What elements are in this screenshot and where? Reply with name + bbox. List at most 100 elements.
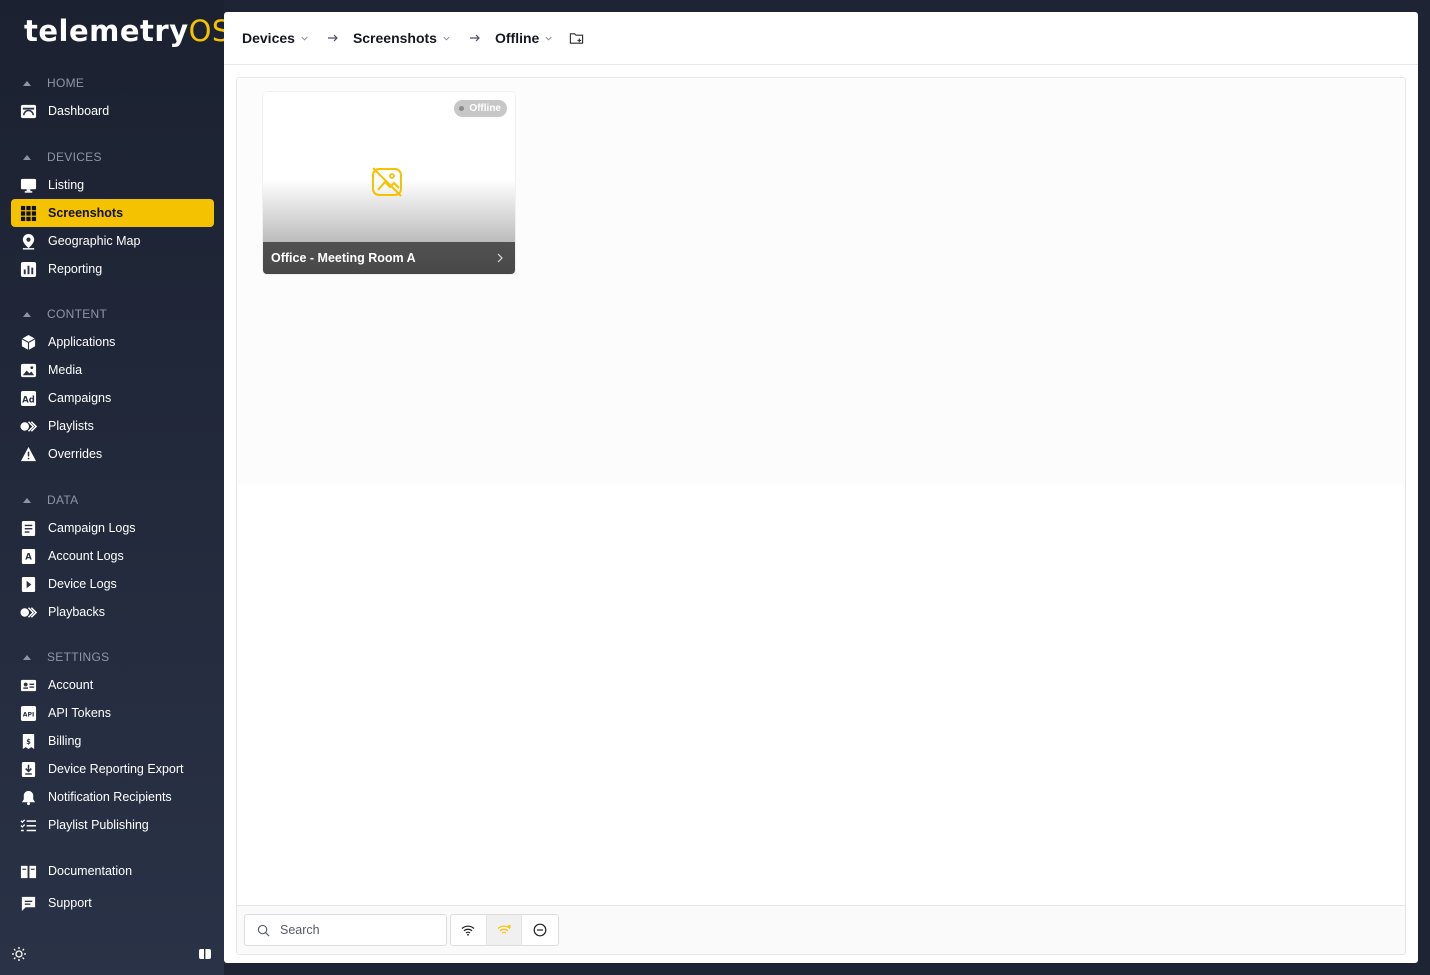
- download-icon: [19, 760, 37, 778]
- status-badge: Offline: [454, 100, 507, 117]
- chat-icon: [19, 894, 37, 912]
- section-devices[interactable]: DEVICES: [20, 147, 102, 167]
- sidebar-item-media[interactable]: Media: [11, 356, 214, 384]
- sidebar-item-label: Playbacks: [48, 605, 105, 619]
- sidebar-item-label: Support: [48, 896, 92, 910]
- caret-up-icon: [23, 311, 31, 317]
- sidebar-item-applications[interactable]: Applications: [11, 328, 214, 356]
- sidebar-item-notification-recipients[interactable]: Notification Recipients: [11, 783, 214, 811]
- section-content[interactable]: CONTENT: [20, 304, 107, 324]
- sidebar-item-label: Media: [48, 363, 83, 377]
- section-data[interactable]: DATA: [20, 490, 78, 510]
- sidebar-item-api-tokens[interactable]: API API Tokens: [11, 699, 214, 727]
- screenshot-panel: Offline Office - Meeting Room A: [236, 77, 1406, 955]
- receipt-icon: $: [19, 732, 37, 750]
- wifi-off-icon: [497, 924, 511, 934]
- sidebar-item-device-reporting-export[interactable]: Device Reporting Export: [11, 755, 214, 783]
- folder-add-icon[interactable]: [569, 31, 584, 46]
- sidebar-item-documentation[interactable]: Documentation: [11, 857, 214, 885]
- svg-text:API: API: [22, 711, 34, 718]
- card-title-bar: Office - Meeting Room A: [263, 242, 515, 274]
- sidebar-item-screenshots[interactable]: Screenshots: [11, 199, 214, 227]
- sidebar-item-account[interactable]: Account: [11, 671, 214, 699]
- monitor-icon: [19, 176, 37, 194]
- sidebar-item-label: Campaign Logs: [48, 521, 136, 535]
- sidebar-item-geographic-map[interactable]: Geographic Map: [11, 227, 214, 255]
- sidebar-item-billing[interactable]: $ Billing: [11, 727, 214, 755]
- playback-icon: [19, 603, 37, 621]
- sidebar-item-playlists[interactable]: Playlists: [11, 412, 214, 440]
- sidebar-item-overrides[interactable]: Overrides: [11, 440, 214, 468]
- sidebar-item-label: API Tokens: [48, 706, 112, 720]
- section-settings[interactable]: SETTINGS: [20, 647, 109, 667]
- sidebar-item-label: Applications: [48, 335, 116, 349]
- logo[interactable]: telemetryOS: [24, 14, 231, 50]
- breadcrumb-devices[interactable]: Devices: [242, 30, 309, 46]
- grid-icon: [19, 204, 37, 222]
- filter-disabled-button[interactable]: [522, 915, 558, 945]
- search-input[interactable]: [280, 923, 430, 937]
- caret-up-icon: [23, 654, 31, 660]
- bell-icon: [19, 788, 37, 806]
- sidebar-item-label: Listing: [48, 178, 85, 192]
- sidebar-item-campaign-logs[interactable]: Campaign Logs: [11, 514, 214, 542]
- filter-online-button[interactable]: [451, 915, 487, 945]
- sidebar-item-dashboard[interactable]: Dashboard: [11, 97, 214, 125]
- breadcrumb-label: Devices: [242, 30, 295, 46]
- section-settings-label: SETTINGS: [47, 650, 110, 664]
- breadcrumb-label: Screenshots: [352, 30, 437, 46]
- book-icon: [19, 862, 37, 880]
- theme-toggle-icon[interactable]: [11, 946, 27, 962]
- device-name: Office - Meeting Room A: [271, 251, 416, 265]
- sidebar-item-label: Account Logs: [48, 549, 124, 563]
- sidebar-item-label: Billing: [48, 734, 82, 748]
- chevron-down-icon: [301, 36, 308, 41]
- chevron-down-icon: [443, 36, 450, 41]
- sidebar-item-reporting[interactable]: Reporting: [11, 255, 214, 283]
- status-dot-icon: [459, 106, 465, 111]
- chevron-down-icon: [545, 36, 552, 41]
- logo-brand: telemetry: [24, 14, 189, 48]
- screenshot-grid: Offline Office - Meeting Room A: [238, 79, 1404, 484]
- sidebar-item-label: Overrides: [48, 447, 103, 461]
- svg-text:Ad: Ad: [22, 395, 35, 405]
- caret-up-icon: [23, 497, 31, 503]
- section-content-label: CONTENT: [47, 307, 108, 321]
- filter-bar: [237, 905, 1405, 954]
- sidebar-item-label: Account: [48, 678, 94, 692]
- sidebar-collapse-icon[interactable]: [197, 946, 213, 962]
- sidebar-item-label: Playlists: [48, 419, 94, 433]
- sidebar-item-label: Notification Recipients: [48, 790, 172, 804]
- sidebar-item-campaigns[interactable]: Ad Campaigns: [11, 384, 214, 412]
- breadcrumb-offline[interactable]: Offline: [495, 30, 553, 46]
- chevron-right-icon[interactable]: [497, 253, 503, 263]
- id-card-icon: [19, 676, 37, 694]
- svg-text:A: A: [25, 552, 32, 562]
- arrow-right-icon: [327, 34, 338, 42]
- sidebar-item-device-logs[interactable]: Device Logs: [11, 570, 214, 598]
- caret-up-icon: [23, 80, 31, 86]
- sidebar-item-label: Campaigns: [48, 391, 112, 405]
- device-log-icon: [19, 575, 37, 593]
- sidebar-item-label: Screenshots: [48, 206, 124, 220]
- caret-up-icon: [23, 154, 31, 160]
- sidebar-item-account-logs[interactable]: A Account Logs: [11, 542, 214, 570]
- breadcrumb-screenshots[interactable]: Screenshots: [353, 30, 451, 46]
- ad-icon: Ad: [19, 389, 37, 407]
- arrow-right-icon: [469, 34, 480, 42]
- search-field[interactable]: [244, 914, 447, 946]
- sidebar-item-label: Dashboard: [48, 104, 110, 118]
- sidebar-item-listing[interactable]: Listing: [11, 171, 214, 199]
- map-pin-icon: [19, 232, 37, 250]
- device-screenshot-card[interactable]: Offline Office - Meeting Room A: [263, 92, 515, 274]
- sidebar-item-playlist-publishing[interactable]: Playlist Publishing: [11, 811, 214, 839]
- svg-text:$: $: [26, 737, 31, 745]
- section-home[interactable]: HOME: [20, 73, 84, 93]
- sidebar-item-label: Documentation: [48, 864, 133, 878]
- sidebar-item-playbacks[interactable]: Playbacks: [11, 598, 214, 626]
- sidebar-footer: [0, 940, 224, 970]
- playlist-icon: [19, 417, 37, 435]
- wifi-icon: [461, 925, 475, 936]
- filter-offline-button[interactable]: [486, 915, 523, 945]
- sidebar-item-support[interactable]: Support: [11, 889, 214, 917]
